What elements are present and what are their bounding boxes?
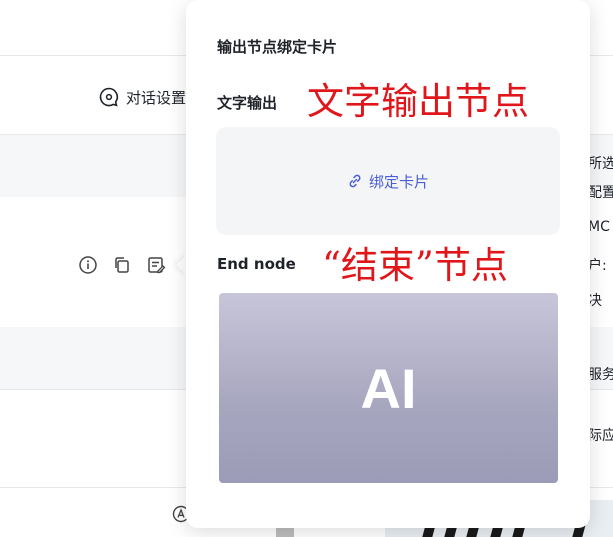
right-text-7: 际应 bbox=[588, 428, 613, 444]
chat-settings-icon bbox=[99, 87, 119, 107]
right-text-1: 所选 bbox=[588, 156, 613, 172]
text-output-label: 文字输出 bbox=[217, 94, 278, 112]
right-text-2: 配置 bbox=[588, 185, 613, 201]
end-node-label: End node bbox=[217, 255, 296, 273]
end-node-image-card[interactable]: AI bbox=[219, 293, 558, 483]
ai-card-text: AI bbox=[360, 356, 417, 420]
end-node-annotation: “结束”节点 bbox=[322, 244, 508, 287]
edit-note-icon[interactable] bbox=[146, 255, 166, 275]
popup-title: 输出节点绑定卡片 bbox=[217, 38, 338, 56]
right-text-5: 决 bbox=[588, 293, 602, 309]
info-icon[interactable] bbox=[78, 255, 98, 275]
bind-card-button[interactable]: 绑定卡片 bbox=[216, 127, 560, 235]
copy-icon[interactable] bbox=[112, 255, 132, 275]
right-text-4: 户: bbox=[588, 258, 607, 274]
right-text-3: MC bbox=[588, 219, 610, 235]
message-actions bbox=[78, 255, 166, 275]
bind-card-popup: 输出节点绑定卡片 文字输出 文字输出节点 绑定卡片 End node “结束”节… bbox=[186, 0, 590, 528]
dialog-settings-button[interactable]: 对话设置 bbox=[98, 86, 186, 108]
bind-card-label: 绑定卡片 bbox=[368, 172, 429, 191]
dialog-settings-label: 对话设置 bbox=[126, 88, 187, 107]
link-icon bbox=[349, 174, 361, 188]
right-text-6: 服务 bbox=[588, 367, 613, 383]
text-output-annotation: 文字输出节点 bbox=[307, 80, 529, 123]
